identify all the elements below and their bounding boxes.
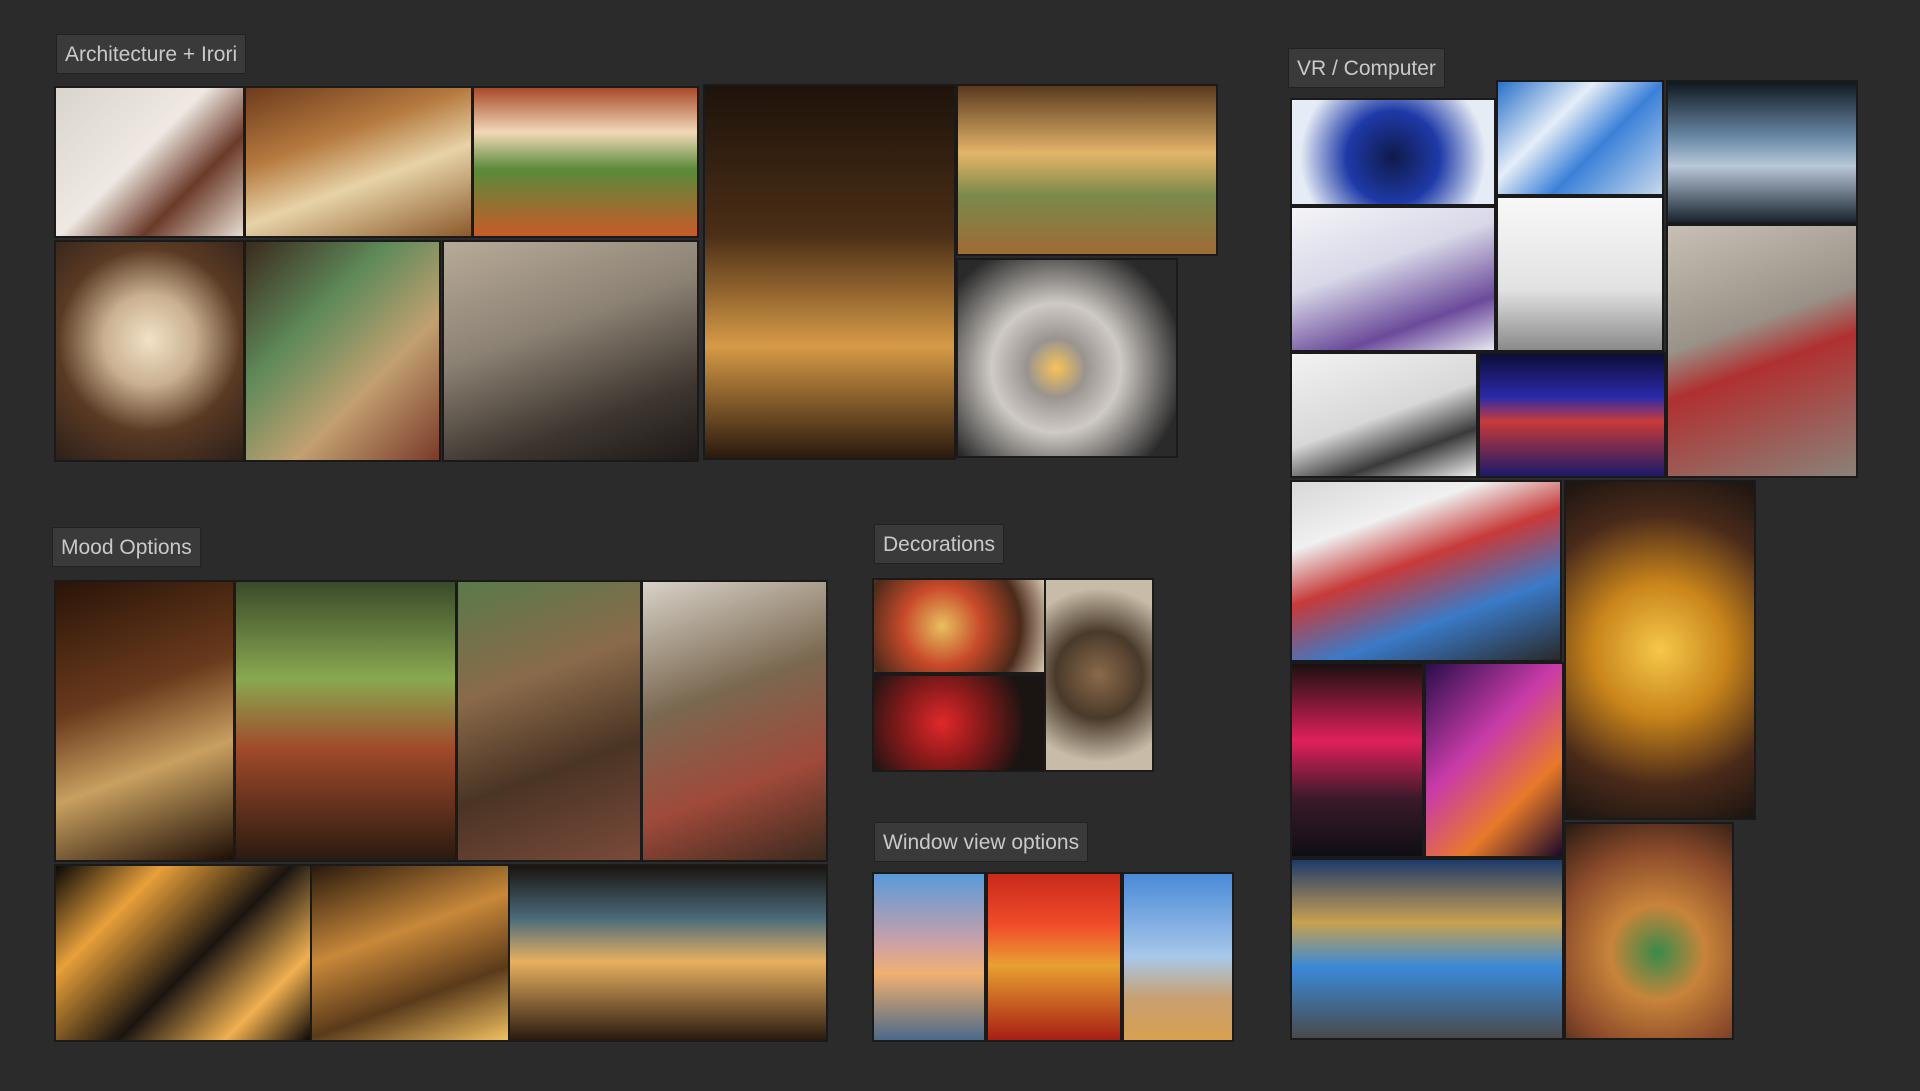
sunken-tatami-irori-image[interactable]: [442, 240, 699, 462]
twisted-tree-sky-image[interactable]: [1122, 872, 1234, 1042]
buddha-statue-image[interactable]: [1044, 578, 1154, 772]
vr-body-rig-image[interactable]: [1290, 352, 1478, 478]
group-label-window-view-options[interactable]: Window view options: [874, 822, 1089, 862]
courtyard-pond-image[interactable]: [234, 580, 457, 862]
hanging-hood-irori-room-image[interactable]: [956, 84, 1218, 256]
quantum-chip-cables-image[interactable]: [1564, 822, 1734, 1040]
moodboard-canvas: Architecture + Irori VR / Computer Mood …: [0, 0, 1920, 1091]
dark-wood-sitting-room-image[interactable]: [54, 580, 235, 862]
city-sunset-skyline-image[interactable]: [872, 872, 986, 1042]
group-label-architecture[interactable]: Architecture + Irori: [56, 34, 247, 74]
shoji-garden-view-image[interactable]: [472, 86, 699, 238]
gabled-window-study-image[interactable]: [641, 580, 828, 862]
ornate-shields-image[interactable]: [872, 578, 1046, 674]
samurai-armor-image[interactable]: [872, 674, 1046, 772]
dark-irori-hall-image[interactable]: [703, 84, 956, 460]
vr-treadmill-jump-image[interactable]: [1496, 196, 1664, 352]
server-rack-lights-image[interactable]: [1478, 352, 1666, 478]
group-label-vr-computer[interactable]: VR / Computer: [1288, 48, 1445, 88]
samurai-hall-image[interactable]: [310, 864, 510, 1042]
autumn-temple-image[interactable]: [986, 872, 1122, 1042]
lantern-lit-room-image[interactable]: [54, 864, 312, 1042]
library-tree-room-image[interactable]: [456, 580, 642, 862]
circular-fire-pit-lounge-image[interactable]: [956, 258, 1178, 458]
cable-floor-room-image[interactable]: [1666, 224, 1858, 478]
green-moon-bedroom-image[interactable]: [244, 240, 441, 462]
vr-pod-chair-image[interactable]: [1290, 98, 1496, 206]
quantum-computer-lab-image[interactable]: [1290, 858, 1564, 1040]
group-label-mood-options[interactable]: Mood Options: [52, 527, 201, 567]
group-label-decorations[interactable]: Decorations: [874, 524, 1005, 564]
vr-flight-rig-image[interactable]: [1496, 80, 1664, 196]
dojo-floor-reflection-image[interactable]: [508, 864, 828, 1042]
round-moon-door-bonsai-image[interactable]: [54, 240, 245, 462]
server-cables-image[interactable]: [1666, 80, 1858, 224]
quantum-chandelier-image[interactable]: [1564, 480, 1756, 820]
neon-poster-art-image[interactable]: [1424, 662, 1564, 858]
electrical-panel-image[interactable]: [1290, 480, 1562, 662]
vr-swing-arcade-image[interactable]: [1290, 206, 1496, 352]
circle-window-living-room-image[interactable]: [54, 86, 245, 238]
tatami-garden-room-image[interactable]: [244, 86, 473, 238]
neon-katakana-sign-image[interactable]: [1290, 662, 1424, 858]
